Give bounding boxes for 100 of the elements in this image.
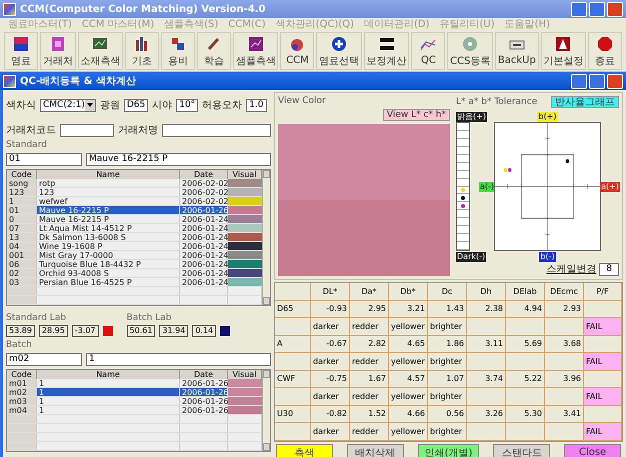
stop-icon [596,34,614,52]
code-cell[interactable]: m02 [7,388,37,397]
code-cell[interactable]: 13 [7,233,37,242]
toolbar-button[interactable]: 거래처 [40,32,76,70]
section-label: L* a* b* Tolerance [456,97,538,107]
toolbar-button[interactable]: QC [411,32,446,70]
code-cell[interactable]: 06 [7,260,37,269]
column-header[interactable]: Code [7,170,37,180]
table-cell: yellower [389,318,428,336]
code-cell[interactable]: 1 [7,197,37,206]
scale-spinner[interactable]: 8 [599,262,619,276]
lab-value: 28.95 [38,325,68,337]
table-cell: FAIL [584,388,622,406]
toolbar-button[interactable]: 기본설정 [540,32,586,70]
code-cell[interactable]: 0 [7,215,37,224]
action-button[interactable]: 인쇄(개별) [418,444,480,457]
close-button[interactable] [607,74,623,88]
input-field[interactable]: 1.0 [246,98,267,112]
toolbar-button[interactable]: 학습 [197,32,232,70]
name-cell[interactable]: Dk Salmon 13-6008 S [37,233,180,242]
table-cell: brighter [428,423,467,440]
name-cell[interactable]: rotp [37,179,180,188]
input-field[interactable]: 1 [86,353,271,366]
column-header[interactable]: Visual [228,170,262,180]
toolbar-button[interactable]: 기초 [125,32,160,70]
table-cell: brighter [428,353,467,370]
close-button[interactable] [607,2,623,16]
name-cell[interactable]: Mist Gray 17-0000 [37,251,180,260]
reflectance-graph-button[interactable]: 반사율그래프 [551,96,619,108]
code-cell[interactable]: 03 [7,278,37,287]
column-header[interactable]: Date [180,370,228,380]
action-button[interactable]: Close [564,444,621,457]
scrollbar[interactable] [262,170,270,305]
name-cell[interactable]: Orchid 93-4008 S [37,269,180,278]
name-cell[interactable]: Mauve 16-2215 P [37,215,180,224]
table-cell: -0.93 [311,300,350,318]
table-cell: 2.93 [545,300,584,318]
column-header[interactable]: Date [180,170,228,180]
toolbar-button[interactable]: BackUp [495,32,539,70]
toolbar-button[interactable]: 소재측색 [78,32,124,70]
toolbar-button[interactable]: 용비 [161,32,196,70]
field-label: 시야 [152,99,172,112]
input-field[interactable]: D65 [124,98,148,112]
toolbar-button[interactable]: 종료 [588,32,622,70]
code-cell[interactable]: 01 [7,206,37,215]
input-field[interactable]: 10° [176,98,198,112]
table-cell: 5.22 [506,370,545,388]
flag-icon [12,34,30,52]
code-cell[interactable]: 02 [7,269,37,278]
maximize-button[interactable] [589,2,605,16]
input-field[interactable]: Mauve 16-2215 P [86,153,271,166]
name-cell[interactable]: 1 [37,406,180,415]
table-cell: 3.21 [389,300,428,318]
toolbar-button[interactable]: CCM [280,32,314,70]
minimize-button[interactable] [571,2,587,16]
action-button[interactable]: 배치삭제 [346,444,404,457]
name-cell[interactable]: 1 [37,379,180,388]
toolbar-button[interactable]: 염료 [4,32,38,70]
input-field[interactable] [162,124,271,136]
code-cell[interactable]: 123 [7,188,37,197]
code-cell[interactable]: song [7,179,37,188]
code-cell[interactable]: 04 [7,242,37,251]
toolbar-button[interactable]: CCS등록 [447,32,494,70]
code-cell[interactable]: 001 [7,251,37,260]
maximize-button[interactable] [589,74,605,88]
section-label: Standard Lab [6,313,68,323]
table-cell: 1.43 [428,300,467,318]
name-cell[interactable]: Lt Aqua Mist 14-4512 P [37,224,180,233]
name-cell[interactable]: Persian Blue 16-4525 P [37,278,180,287]
toolbar-button[interactable]: 샘플측색 [233,32,278,70]
name-cell[interactable]: wefwef [37,197,180,206]
name-cell[interactable]: 1 [37,397,180,406]
table-cell: FAIL [584,423,622,440]
toolbar-button[interactable]: 보정계산 [364,32,410,70]
action-button[interactable]: 측색 [276,444,333,457]
name-cell[interactable]: Turquoise Blue 18-4432 P [37,260,180,269]
code-cell[interactable]: 07 [7,224,37,233]
toolbar-button[interactable]: 염료선택 [316,32,362,70]
code-cell[interactable]: m03 [7,397,37,406]
column-header[interactable]: Code [7,370,37,380]
name-cell[interactable]: Mauve 16-2215 P [37,206,180,215]
view-lch-button[interactable]: View L* c* h* [382,109,450,121]
column-header[interactable]: Visual [228,370,262,380]
code-cell[interactable]: m04 [7,406,37,415]
action-button[interactable]: 스탠다드 [493,444,550,457]
formula-dropdown[interactable]: CMC(2:1) [40,98,96,112]
scrollbar[interactable] [262,370,270,451]
date-cell: 2006-01-26 [180,397,228,406]
disc-icon [461,34,480,52]
input-field[interactable]: 01 [6,153,82,166]
column-header[interactable]: Name [37,170,180,180]
column-header: DEcmc [545,283,584,300]
minimize-button[interactable] [571,74,587,88]
name-cell[interactable]: Wine 19-1608 P [37,242,180,251]
column-header[interactable]: Name [37,370,180,380]
name-cell[interactable]: 123 [37,188,180,197]
input-field[interactable] [60,124,114,136]
code-cell[interactable]: m01 [7,379,37,388]
name-cell[interactable]: 1 [37,388,180,397]
input-field[interactable]: m02 [6,353,82,366]
